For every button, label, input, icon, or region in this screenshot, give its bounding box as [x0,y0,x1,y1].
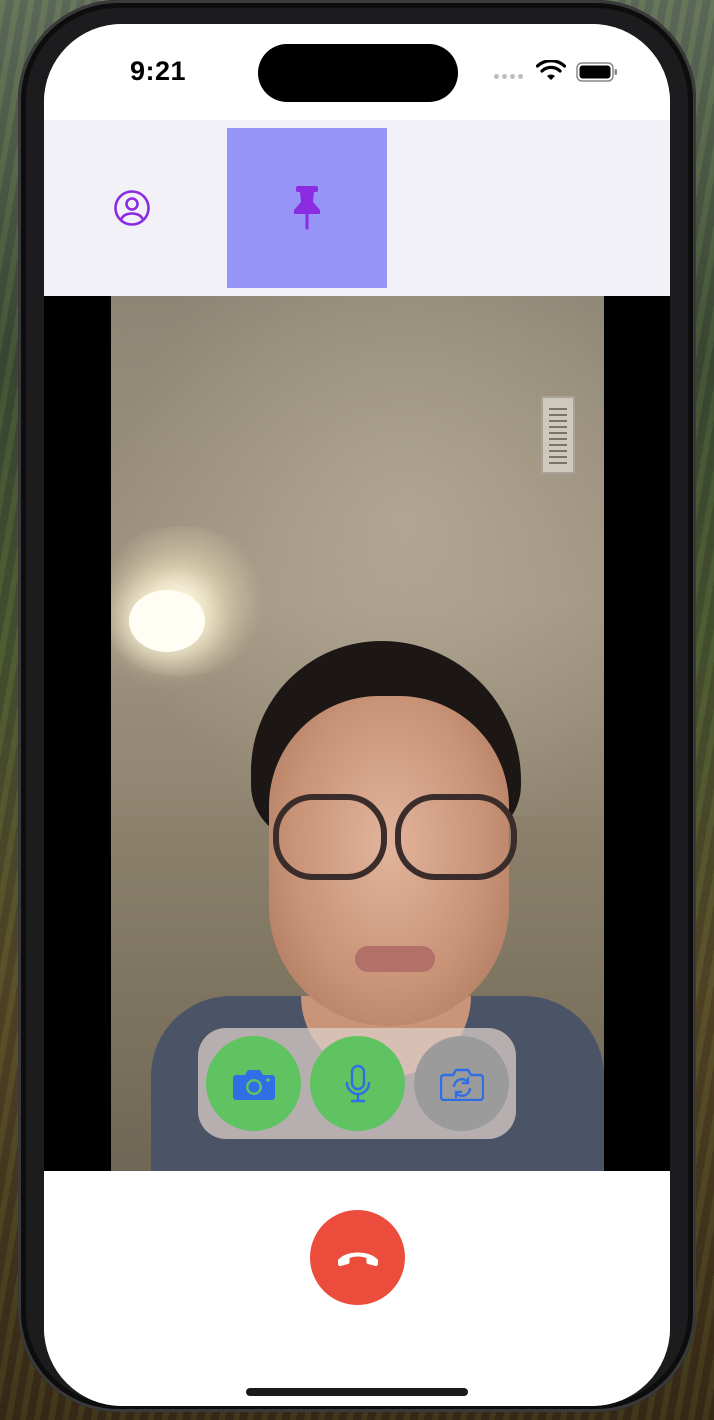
microphone-toggle-button[interactable] [310,1036,405,1131]
status-time: 9:21 [130,56,187,86]
call-controls [198,1028,516,1139]
status-bar: 9:21 [44,24,670,120]
pin-button[interactable] [227,128,387,288]
microphone-icon [345,1064,370,1102]
participants-button[interactable] [52,128,212,288]
phone-screen: 9:21 [44,24,670,1406]
person-circle-icon [114,190,150,226]
video-area [44,296,670,1171]
camera-toggle-button[interactable] [206,1036,301,1131]
bottom-bar [44,1171,670,1406]
camera-rotate-icon [439,1068,484,1101]
phone-hangup-icon [337,1252,378,1266]
cellular-signal-icon [494,74,523,79]
call-top-bar [44,120,670,296]
camera-icon [232,1069,275,1100]
end-call-button[interactable] [310,1210,405,1305]
wifi-icon [536,60,566,80]
home-indicator[interactable] [246,1388,468,1396]
dynamic-island [258,44,458,102]
battery-icon [576,62,617,82]
switch-camera-button[interactable] [414,1036,509,1131]
pin-icon [294,186,320,230]
